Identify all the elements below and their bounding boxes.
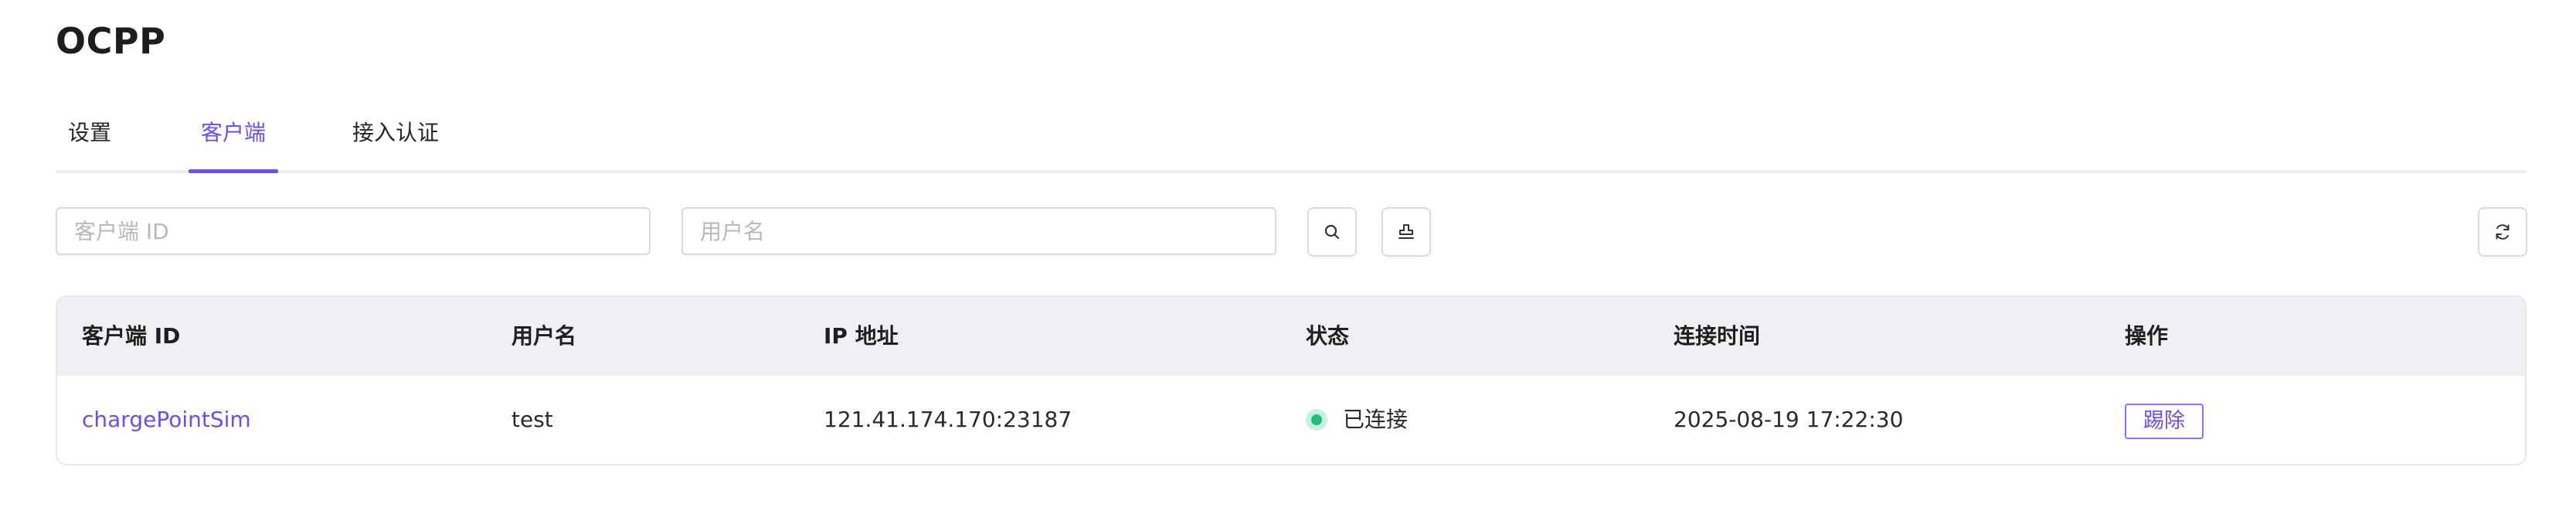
column-header-username: 用户名 — [511, 323, 577, 349]
clear-filter-button[interactable] — [1381, 207, 1431, 257]
column-header-ip: IP 地址 — [824, 323, 899, 349]
column-header-actions: 操作 — [2125, 323, 2169, 349]
search-icon — [1323, 223, 1341, 241]
page-title: OCPP — [56, 20, 166, 62]
tab-label: 设置 — [68, 120, 112, 145]
tab-access-auth[interactable]: 接入认证 — [351, 116, 440, 170]
username-input[interactable] — [681, 207, 1276, 255]
client-id-link[interactable]: chargePointSim — [82, 376, 251, 464]
tab-clients[interactable]: 客户端 — [189, 116, 278, 173]
refresh-icon — [2493, 222, 2513, 242]
tab-settings[interactable]: 设置 — [68, 116, 111, 170]
status-cell: 已连接 — [1306, 376, 1460, 464]
tab-label: 接入认证 — [352, 120, 439, 145]
column-header-connected-at: 连接时间 — [1674, 323, 1761, 349]
search-button[interactable] — [1307, 207, 1357, 257]
username-cell: test — [511, 407, 553, 432]
client-id-input[interactable] — [56, 207, 651, 255]
status-connected-icon — [1306, 409, 1327, 431]
connected-at-cell: 2025-08-19 17:22:30 — [1674, 407, 1904, 432]
tab-bar: 设置 客户端 接入认证 — [56, 116, 2527, 173]
kick-button[interactable]: 踢除 — [2125, 404, 2204, 439]
ip-address-cell: 121.41.174.170:23187 — [824, 407, 1072, 432]
column-header-client-id: 客户端 ID — [82, 323, 181, 349]
status-label: 已连接 — [1343, 407, 1409, 432]
column-header-status: 状态 — [1306, 323, 1350, 349]
tab-label: 客户端 — [200, 120, 266, 145]
table-header: 客户端 ID 用户名 IP 地址 状态 连接时间 操作 — [57, 297, 2525, 376]
clients-table: 客户端 ID 用户名 IP 地址 状态 连接时间 操作 chargePointS… — [56, 295, 2527, 465]
clear-filter-icon — [1396, 222, 1416, 242]
table-row: chargePointSim test 121.41.174.170:23187… — [57, 376, 2525, 464]
refresh-button[interactable] — [2478, 207, 2527, 257]
